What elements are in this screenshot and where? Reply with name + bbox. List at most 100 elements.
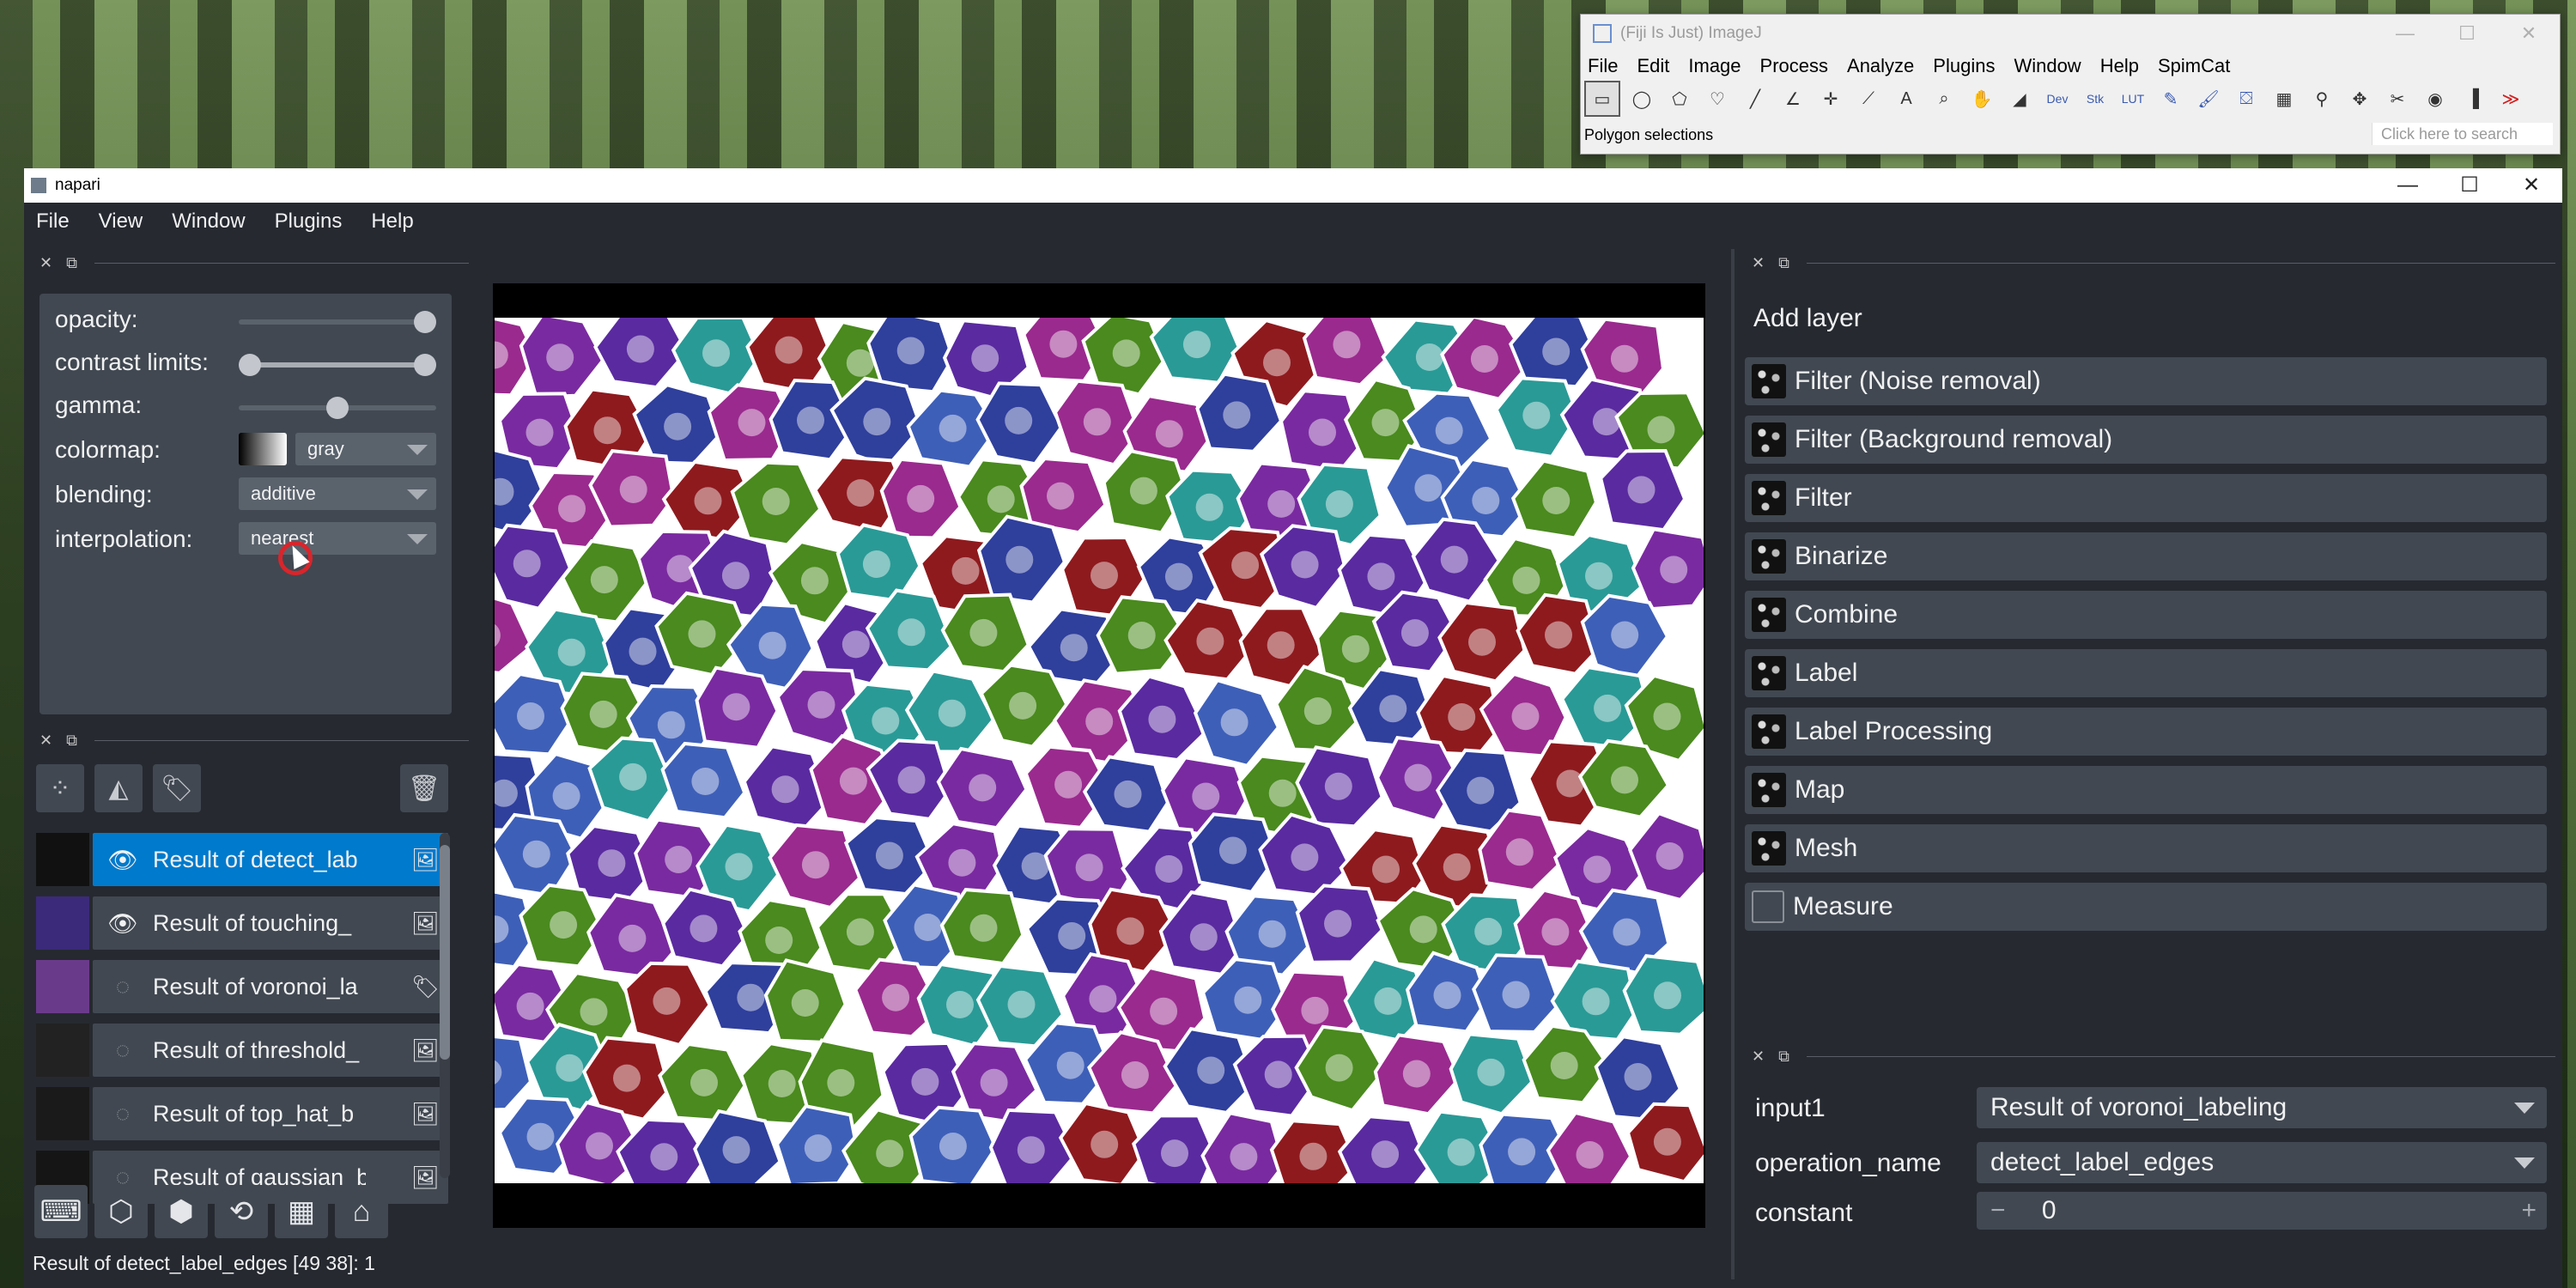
- add-layer-button[interactable]: Filter: [1745, 474, 2547, 522]
- minimize-button[interactable]: —: [2374, 15, 2436, 52]
- delete-layer-icon[interactable]: 🗑: [400, 764, 448, 812]
- contrast-min-knob[interactable]: [239, 354, 261, 376]
- colormap-dropdown[interactable]: gray: [295, 433, 436, 465]
- increment-button[interactable]: +: [2521, 1192, 2537, 1230]
- menu-view[interactable]: View: [99, 210, 143, 234]
- layer-name[interactable]: Result of detect_lab: [153, 847, 366, 873]
- console-icon[interactable]: ⌨: [34, 1185, 88, 1238]
- menu-file[interactable]: File: [36, 210, 70, 234]
- more-tools-icon[interactable]: ≫: [2494, 82, 2527, 115]
- overlay-tool-icon[interactable]: ▦: [2268, 82, 2300, 115]
- scissors-tool-icon[interactable]: ✂: [2381, 82, 2414, 115]
- ij-menu-spimcat[interactable]: SpimCat: [2158, 55, 2230, 77]
- new-points-layer-icon[interactable]: ⁘: [36, 764, 84, 812]
- wand-tool-icon[interactable]: ⟋: [1852, 82, 1885, 115]
- rectangle-tool-icon[interactable]: ▭: [1584, 81, 1620, 117]
- text-tool-icon[interactable]: A: [1890, 82, 1923, 115]
- layer-row[interactable]: 👁 Result of touching_ 🖼: [36, 896, 448, 950]
- gamma-slider[interactable]: [239, 397, 436, 419]
- add-layer-button[interactable]: Combine: [1745, 591, 2547, 639]
- multipoint-tool-icon[interactable]: ✛: [1814, 82, 1847, 115]
- gamma-slider-knob[interactable]: [326, 397, 349, 419]
- add-layer-button[interactable]: Binarize: [1745, 532, 2547, 580]
- color-picker-icon[interactable]: ◢: [2003, 82, 2036, 115]
- close-button[interactable]: ✕: [2500, 168, 2562, 203]
- layer-item[interactable]: ◌ Result of top_hat_b 🖼: [93, 1087, 448, 1140]
- layer-item[interactable]: 👁 Result of touching_ 🖼: [93, 896, 448, 950]
- eye-icon[interactable]: 👁: [93, 909, 153, 938]
- move-tool-icon[interactable]: ✥: [2343, 82, 2376, 115]
- freehand-tool-icon[interactable]: ♡: [1701, 82, 1734, 115]
- layer-item[interactable]: ◌ Result of voronoi_la 🏷: [93, 960, 448, 1013]
- flood-fill-tool-icon[interactable]: ⛋: [2230, 82, 2263, 115]
- ij-menu-edit[interactable]: Edit: [1637, 55, 1669, 77]
- hand-tool-icon[interactable]: ✋: [1965, 82, 1998, 115]
- grid-view-icon[interactable]: ▦: [275, 1185, 328, 1238]
- add-layer-button[interactable]: Filter (Noise removal): [1745, 357, 2547, 405]
- layer-name[interactable]: Result of touching_: [153, 910, 366, 937]
- ndisplay-toggle-icon[interactable]: ⬡: [94, 1185, 148, 1238]
- ij-menu-process[interactable]: Process: [1760, 55, 1828, 77]
- imagej-search-input[interactable]: Click here to search: [2372, 123, 2553, 145]
- layer-list-scrollbar[interactable]: [440, 833, 450, 1178]
- image-canvas[interactable]: [493, 283, 1705, 1228]
- close-dock-icon[interactable]: ✕: [1752, 254, 1765, 272]
- contrast-limits-slider[interactable]: [239, 354, 436, 376]
- pencil-tool-icon[interactable]: ✎: [2154, 82, 2187, 115]
- add-layer-button[interactable]: Label: [1745, 649, 2547, 697]
- home-icon[interactable]: ⌂: [335, 1185, 388, 1238]
- oval-tool-icon[interactable]: ◯: [1625, 82, 1658, 115]
- operation-name-dropdown[interactable]: detect_label_edges: [1977, 1142, 2547, 1183]
- float-dock-icon[interactable]: ⧉: [66, 732, 77, 750]
- opacity-slider[interactable]: [239, 311, 436, 333]
- layer-row[interactable]: ◌ Result of threshold_ 🖼: [36, 1024, 448, 1077]
- scrollbar-grip[interactable]: [440, 845, 450, 1060]
- ij-menu-image[interactable]: Image: [1688, 55, 1741, 77]
- lut-tool[interactable]: LUT: [2117, 82, 2149, 115]
- layer-name[interactable]: Result of top_hat_b: [153, 1101, 366, 1127]
- brush-tool-icon[interactable]: 🖌: [2192, 82, 2225, 115]
- contrast-max-knob[interactable]: [414, 354, 436, 376]
- eye-hidden-icon[interactable]: ◌: [93, 973, 153, 1000]
- ij-menu-analyze[interactable]: Analyze: [1847, 55, 1914, 77]
- ij-menu-help[interactable]: Help: [2100, 55, 2139, 77]
- layer-name[interactable]: Result of voronoi_la: [153, 974, 366, 1000]
- magnifier-tool-icon[interactable]: ⌕: [1928, 82, 1960, 115]
- eye-hidden-icon[interactable]: ◌: [93, 1036, 153, 1064]
- interpolation-dropdown[interactable]: nearest: [239, 522, 436, 555]
- maximize-button[interactable]: ☐: [2436, 15, 2498, 52]
- add-layer-button[interactable]: Mesh: [1745, 824, 2547, 872]
- close-dock-icon[interactable]: ✕: [39, 254, 52, 272]
- angle-tool-icon[interactable]: ∠: [1777, 82, 1809, 115]
- layer-item[interactable]: ◌ Result of threshold_ 🖼: [93, 1024, 448, 1077]
- zoom-tool-icon[interactable]: ⚲: [2306, 82, 2338, 115]
- new-shapes-layer-icon[interactable]: ◭: [94, 764, 143, 812]
- blending-dropdown[interactable]: additive: [239, 477, 436, 510]
- float-dock-icon[interactable]: ⧉: [66, 254, 77, 272]
- layer-item[interactable]: 👁 Result of detect_lab 🖼: [93, 833, 448, 886]
- new-labels-layer-icon[interactable]: 🏷: [153, 764, 201, 812]
- ij-menu-plugins[interactable]: Plugins: [1933, 55, 1995, 77]
- ij-menu-window[interactable]: Window: [2014, 55, 2081, 77]
- float-dock-icon[interactable]: ⧉: [1778, 254, 1789, 272]
- decrement-button[interactable]: −: [1990, 1196, 2006, 1224]
- polygon-tool-icon[interactable]: ⬠: [1663, 82, 1696, 115]
- opacity-slider-knob[interactable]: [414, 311, 436, 333]
- layer-row[interactable]: 👁 Result of detect_lab 🖼: [36, 833, 448, 886]
- stk-tool[interactable]: Stk: [2079, 82, 2111, 115]
- add-layer-button[interactable]: Measure: [1745, 883, 2547, 931]
- close-dock-icon[interactable]: ✕: [1752, 1048, 1765, 1066]
- dev-tool[interactable]: Dev: [2041, 82, 2074, 115]
- ij-menu-file[interactable]: File: [1588, 55, 1618, 77]
- transpose-dims-icon[interactable]: ⟲: [215, 1185, 268, 1238]
- layer-name[interactable]: Result of threshold_: [153, 1037, 366, 1064]
- layer-row[interactable]: ◌ Result of top_hat_b 🖼: [36, 1087, 448, 1140]
- menu-plugins[interactable]: Plugins: [275, 210, 343, 234]
- float-dock-icon[interactable]: ⧉: [1778, 1048, 1789, 1066]
- close-dock-icon[interactable]: ✕: [39, 732, 52, 750]
- add-layer-button[interactable]: Label Processing: [1745, 708, 2547, 756]
- add-layer-button[interactable]: Filter (Background removal): [1745, 416, 2547, 464]
- constant-value[interactable]: 0: [2042, 1196, 2057, 1224]
- eye-icon[interactable]: 👁: [93, 846, 153, 874]
- add-layer-button[interactable]: Map: [1745, 766, 2547, 814]
